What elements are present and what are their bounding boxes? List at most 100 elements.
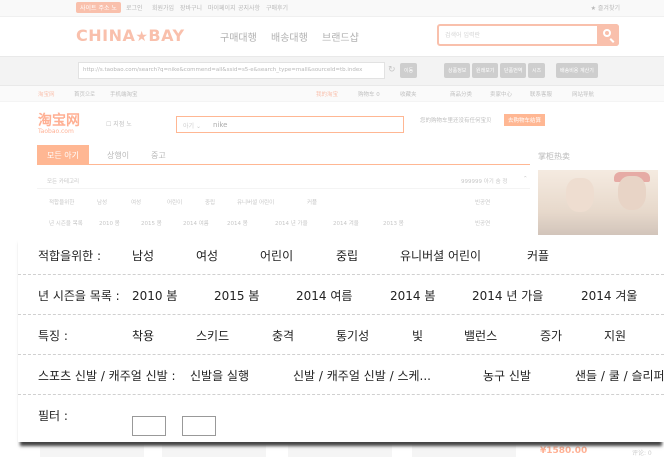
size-button[interactable]: 시즈	[528, 63, 546, 78]
bg-f1-opt[interactable]: 유니버셜 어린이	[237, 198, 274, 206]
go-button[interactable]: 이동	[400, 63, 418, 78]
promo-photo[interactable]	[538, 170, 658, 240]
tab-mall[interactable]: 상행이	[97, 145, 139, 165]
login-link[interactable]: 로그인	[126, 3, 143, 12]
cart-settle-button[interactable]: 去购物车结算	[504, 114, 546, 126]
bg-all-category[interactable]: 모든 카테고리	[47, 177, 79, 185]
person-face	[566, 178, 594, 212]
result-tabs: 모든 아기 상행이 중고	[37, 145, 530, 165]
product-thumb[interactable]	[412, 440, 516, 457]
tb-cart-link[interactable]: 购物车 0	[358, 90, 380, 98]
option-2014-winter[interactable]: 2014 겨울	[581, 287, 637, 304]
option-2014-autumn[interactable]: 2014 년 가을	[472, 287, 543, 304]
product-thumb[interactable]	[40, 440, 144, 457]
filter-max-input[interactable]	[182, 416, 216, 436]
option-support[interactable]: 지원	[604, 327, 626, 344]
option-sandals-slippers[interactable]: 샌들 / 쿨 / 슬리퍼	[575, 367, 664, 384]
option-2014-spring[interactable]: 2014 봄	[390, 287, 435, 304]
option-universal-children[interactable]: 유니버셜 어린이	[400, 247, 481, 264]
bg-f1-opt[interactable]: 어린이	[167, 198, 182, 206]
option-casual-skate-shoes[interactable]: 신발 / 캐주얼 신발 / 스케...	[293, 367, 431, 384]
chinabay-logo[interactable]: CHINA★BAY	[76, 26, 185, 45]
bg-filter-row-2: 년 시즌을 목록 2010 봄 2015 봄 2014 여름 2014 봄 20…	[37, 217, 530, 231]
product-thumb[interactable]	[288, 440, 392, 457]
option-basketball-shoes[interactable]: 농구 신발	[483, 367, 531, 384]
mypage-link[interactable]: 마이페이지	[208, 3, 236, 12]
store-checkbox[interactable]: ☐ 지점 노	[106, 119, 132, 128]
tb-seller-link[interactable]: 卖家中心	[490, 90, 512, 98]
option-balance[interactable]: 밸런스	[464, 327, 497, 344]
notice-link[interactable]: 공지사항	[238, 3, 260, 12]
bg-f1-opt[interactable]: 남성	[97, 198, 107, 206]
chevron-up-icon[interactable]: ⌃	[523, 176, 528, 182]
option-running-shoes[interactable]: 신발을 실행	[190, 367, 249, 384]
tb-favorites-link[interactable]: 收藏夹	[400, 90, 417, 98]
product-price: ¥1580.00	[540, 446, 588, 456]
search-category-select[interactable]: 아기 ⌄	[183, 121, 201, 130]
filter-label-shoes: 스포츠 신발 / 캐주얼 신발 :	[38, 369, 176, 383]
url-input[interactable]: http://s.taobao.com/search?q=nike&commen…	[78, 62, 385, 79]
product-thumb[interactable]	[162, 440, 266, 457]
product-info-button[interactable]: 상품정보	[444, 63, 471, 78]
bg-f2-opt[interactable]: 2010 봄	[99, 219, 120, 227]
option-light[interactable]: 빛	[412, 327, 423, 344]
filter-panel: 적합을위한 : 남성 여성 어린이 중립 유니버셜 어린이 커플 년 시즌을 목…	[18, 235, 664, 442]
bg-f1-more[interactable]: 빈공연	[475, 198, 490, 206]
my-taobao-link[interactable]: 我的淘宝	[316, 90, 338, 98]
bg-f2-opt[interactable]: 2014 봄	[227, 219, 248, 227]
option-2014-summer[interactable]: 2014 여름	[296, 287, 352, 304]
option-wear[interactable]: 착용	[132, 327, 154, 344]
taobao-mobile-link[interactable]: 手机端淘宝	[110, 90, 138, 98]
original-view-button[interactable]: 원래보기	[472, 63, 499, 78]
taobao-logo[interactable]: 淘宝网	[38, 110, 80, 130]
bg-f2-opt[interactable]: 2013 봄	[383, 219, 404, 227]
bg-f2-opt[interactable]: 2014 겨울	[333, 219, 359, 227]
option-breathable[interactable]: 통기성	[336, 327, 369, 344]
nav-purchase-agent[interactable]: 구매대행	[220, 29, 257, 44]
reload-icon[interactable]: ↻	[388, 65, 396, 75]
bg-f2-opt[interactable]: 2014 년 가을	[275, 219, 308, 227]
bg-f1-opt[interactable]: 중립	[205, 198, 215, 206]
nav-brand-shop[interactable]: 브랜드샵	[322, 29, 359, 44]
taobao-home-link[interactable]: 淘宝网	[38, 90, 55, 98]
favorite-link[interactable]: ★ 즐겨찾기	[591, 3, 620, 12]
bg-f1-opt[interactable]: 여성	[131, 198, 141, 206]
bg-f2-opt[interactable]: 2014 여름	[183, 219, 209, 227]
tb-sitemap-link[interactable]: 网站导航	[572, 90, 594, 98]
option-couple[interactable]: 커플	[527, 247, 549, 264]
tab-used[interactable]: 중고	[141, 145, 176, 165]
translate-button[interactable]: 단품번역	[500, 63, 527, 78]
filter-min-input[interactable]	[132, 416, 166, 436]
reviews-link[interactable]: 구매후기	[266, 3, 288, 12]
filter-label-filter: 필터 :	[38, 409, 68, 423]
tb-category-link[interactable]: 商品分类	[450, 90, 472, 98]
taobao-first-link[interactable]: 首页으로	[74, 90, 95, 98]
top-strip: 사이트 주소 노 로그인 회원가입 장바구니 마이페이지 공지사항 구매후기 ★…	[0, 0, 664, 17]
option-increase[interactable]: 증가	[540, 327, 562, 344]
option-neutral[interactable]: 중립	[336, 247, 358, 264]
site-address-link[interactable]: 사이트 주소 노	[76, 2, 121, 13]
bg-f2-more[interactable]: 빈공연	[475, 219, 490, 227]
option-male[interactable]: 남성	[132, 247, 154, 264]
filter-label-feature: 특징 :	[38, 329, 68, 343]
search-icon	[603, 29, 611, 37]
nav-shipping-agent[interactable]: 배송대행	[271, 29, 308, 44]
signup-link[interactable]: 회원가입	[152, 3, 174, 12]
bg-f1-opt[interactable]: 커플	[307, 198, 317, 206]
logo-right: BAY	[148, 26, 185, 45]
option-shock[interactable]: 충격	[272, 327, 294, 344]
site-search[interactable]: 검색어 입력란	[437, 24, 619, 46]
taobao-search-input[interactable]: 아기 ⌄ nike	[176, 116, 404, 133]
option-female[interactable]: 여성	[196, 247, 218, 264]
option-skid[interactable]: 스키드	[196, 327, 229, 344]
tb-service-link[interactable]: 联系客服	[530, 90, 552, 98]
bg-f2-opt[interactable]: 2015 봄	[141, 219, 162, 227]
site-search-button[interactable]	[597, 24, 619, 46]
tab-all[interactable]: 모든 아기	[37, 145, 89, 165]
option-2010-spring[interactable]: 2010 봄	[132, 287, 177, 304]
shipping-calc-button[interactable]: 배송비용 계산기	[556, 63, 598, 78]
option-children[interactable]: 어린이	[260, 247, 293, 264]
filter-row-season: 년 시즌을 목록 : 2010 봄 2015 봄 2014 여름 2014 봄 …	[18, 275, 664, 315]
option-2015-spring[interactable]: 2015 봄	[214, 287, 259, 304]
cart-link[interactable]: 장바구니	[180, 3, 202, 12]
